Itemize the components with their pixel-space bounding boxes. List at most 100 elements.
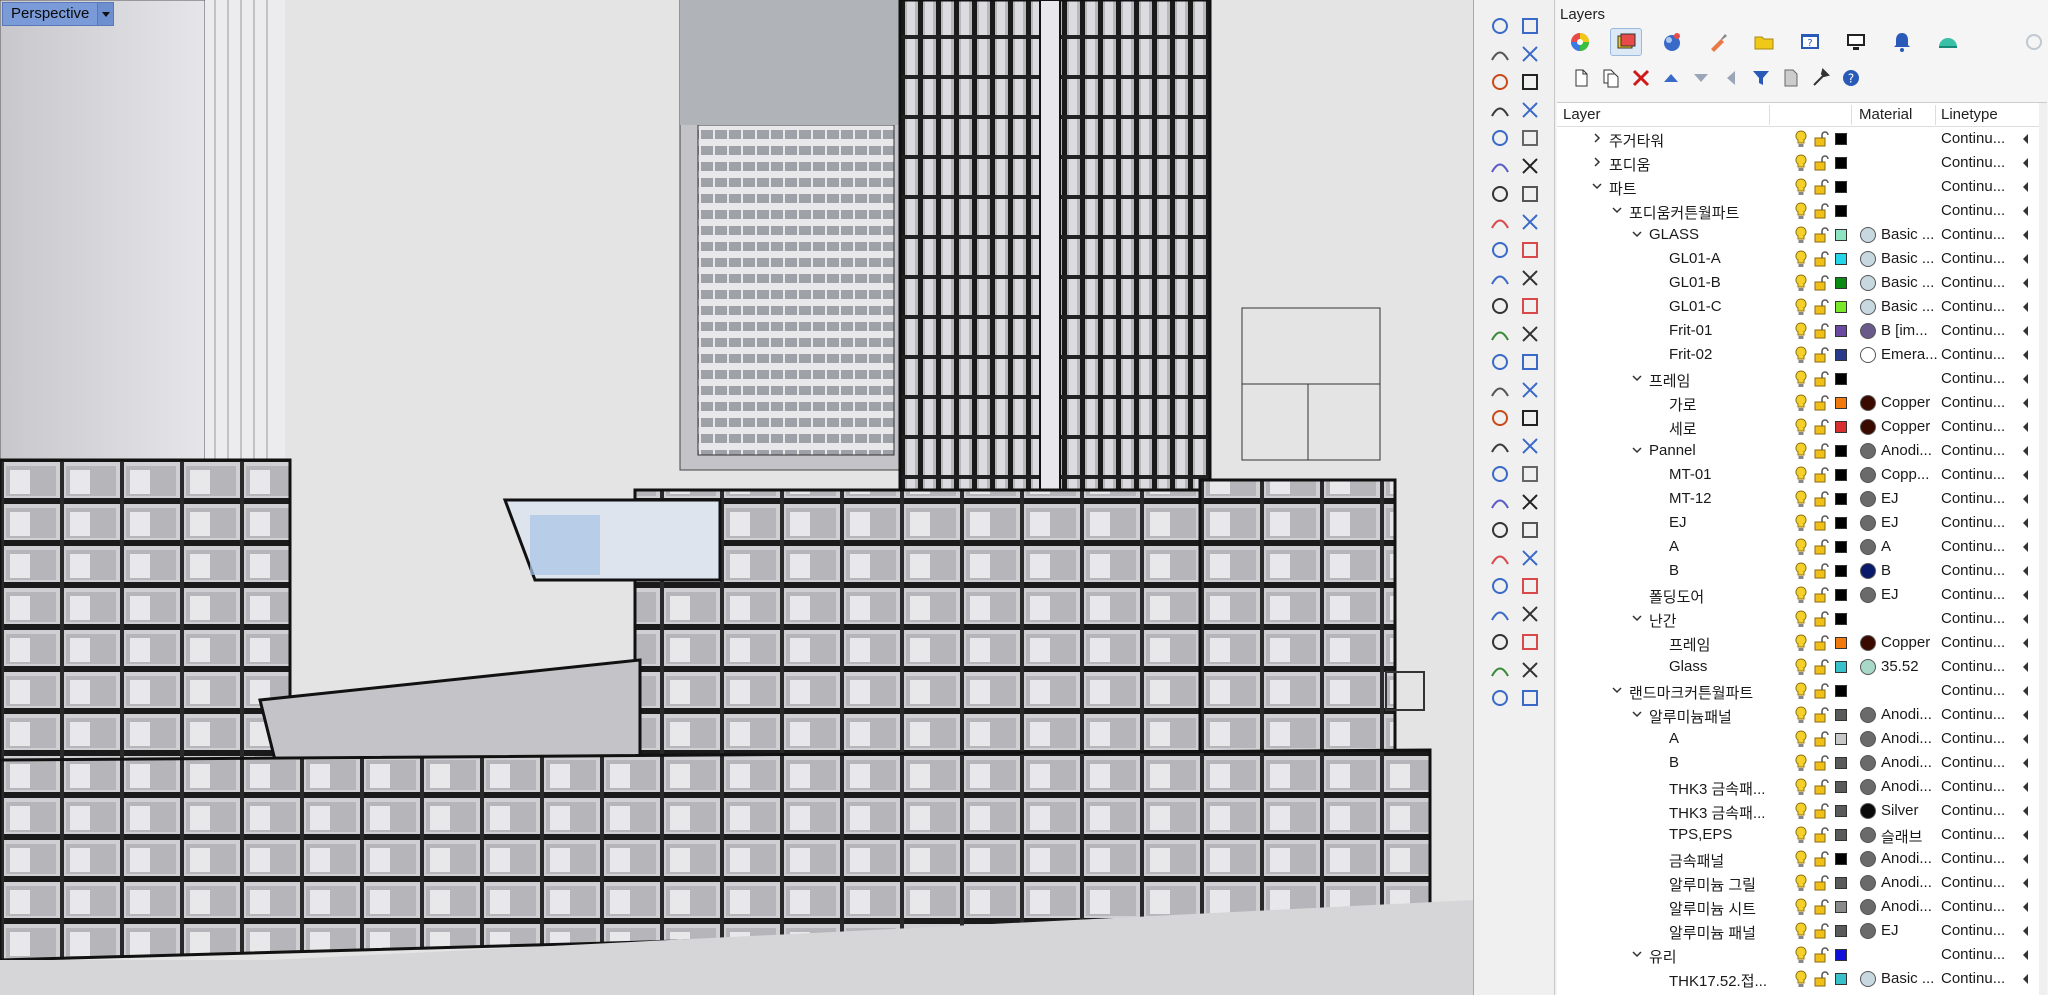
material-swatch[interactable]: [1860, 779, 1876, 795]
unlock-icon[interactable]: [1813, 155, 1829, 171]
chevron-down-icon[interactable]: [1631, 444, 1643, 456]
material-swatch[interactable]: [1860, 443, 1876, 459]
layer-row[interactable]: MT-01 Copp... Continu...: [1557, 463, 2047, 487]
perspective-viewport[interactable]: Perspective: [0, 0, 1474, 995]
layer-color-swatch[interactable]: [1835, 589, 1847, 601]
loft-icon[interactable]: [1517, 490, 1543, 514]
unlock-icon[interactable]: [1813, 587, 1829, 603]
analyze-icon[interactable]: [1517, 294, 1543, 318]
layer-material[interactable]: B [im...: [1881, 322, 1937, 339]
chevron-down-icon[interactable]: [1631, 708, 1643, 720]
lightbulb-icon[interactable]: [1793, 970, 1809, 988]
extrude-icon[interactable]: [1517, 42, 1543, 66]
layer-row[interactable]: 알루미늄패널 Anodi... Continu...: [1557, 703, 2047, 727]
layer-linetype[interactable]: Continu...: [1941, 394, 2021, 411]
layer-color-swatch[interactable]: [1835, 397, 1847, 409]
layer-name[interactable]: Pannel: [1649, 442, 1696, 459]
layer-row[interactable]: Pannel Anodi... Continu...: [1557, 439, 2047, 463]
layer-row[interactable]: 알루미늄 그릴 Anodi... Continu...: [1557, 871, 2047, 895]
unlock-icon[interactable]: [1813, 227, 1829, 243]
unlock-icon[interactable]: [1813, 731, 1829, 747]
lightbulb-icon[interactable]: [1793, 778, 1809, 796]
chevron-down-icon[interactable]: [1611, 684, 1623, 696]
layer-row[interactable]: 알루미늄 패널 EJ Continu...: [1557, 919, 2047, 943]
layer-material[interactable]: EJ: [1881, 922, 1937, 939]
layer-row[interactable]: GL01-B Basic ... Continu...: [1557, 271, 2047, 295]
tools-icon[interactable]: [1810, 66, 1832, 90]
rectangle-icon[interactable]: [1487, 350, 1513, 374]
layer-color-swatch[interactable]: [1835, 133, 1847, 145]
layer-linetype[interactable]: Continu...: [1941, 202, 2021, 219]
array-icon[interactable]: [1517, 14, 1543, 38]
layer-color-swatch[interactable]: [1835, 205, 1847, 217]
material-swatch[interactable]: [1860, 515, 1876, 531]
unlock-icon[interactable]: [1813, 899, 1829, 915]
layer-color-swatch[interactable]: [1835, 541, 1847, 553]
layer-row[interactable]: Glass 35.52 Continu...: [1557, 655, 2047, 679]
layer-material[interactable]: A: [1881, 538, 1937, 555]
layer-linetype[interactable]: Continu...: [1941, 370, 2021, 387]
chevron-down-icon[interactable]: [1631, 372, 1643, 384]
layer-row[interactable]: B B Continu...: [1557, 559, 2047, 583]
hand-icon[interactable]: [1487, 154, 1513, 178]
lightbulb-icon[interactable]: [1793, 226, 1809, 244]
help-icon[interactable]: ?: [1840, 66, 1862, 90]
material-swatch[interactable]: [1860, 275, 1876, 291]
layer-name[interactable]: 알루미늄 패널: [1669, 922, 1756, 943]
layer-color-swatch[interactable]: [1835, 349, 1847, 361]
layer-linetype[interactable]: Continu...: [1941, 538, 2021, 555]
layer-color-swatch[interactable]: [1835, 325, 1847, 337]
layer-linetype[interactable]: Continu...: [1941, 658, 2021, 675]
layer-linetype[interactable]: Continu...: [1941, 442, 2021, 459]
lightbulb-icon[interactable]: [1793, 202, 1809, 220]
layer-name[interactable]: 포디움커튼월파트: [1629, 202, 1739, 223]
layer-name[interactable]: 폴딩도어: [1649, 586, 1704, 607]
layer-name[interactable]: MT-01: [1669, 466, 1712, 483]
layer-name[interactable]: GLASS: [1649, 226, 1699, 243]
layer-row[interactable]: GL01-C Basic ... Continu...: [1557, 295, 2047, 319]
render-icon[interactable]: [1517, 154, 1543, 178]
layer-linetype[interactable]: Continu...: [1941, 322, 2021, 339]
layer-color-swatch[interactable]: [1835, 517, 1847, 529]
edit-icon[interactable]: [1517, 658, 1543, 682]
layer-row[interactable]: GL01-A Basic ... Continu...: [1557, 247, 2047, 271]
layer-linetype[interactable]: Continu...: [1941, 874, 2021, 891]
layer-name[interactable]: GL01-A: [1669, 250, 1721, 267]
layer-linetype[interactable]: Continu...: [1941, 154, 2021, 171]
lightbulb-icon[interactable]: [1793, 754, 1809, 772]
layer-color-swatch[interactable]: [1835, 373, 1847, 385]
layer-linetype[interactable]: Continu...: [1941, 298, 2021, 315]
layer-name[interactable]: Frit-02: [1669, 346, 1712, 363]
layer-row[interactable]: THK17.52.접... Basic ... Continu...: [1557, 967, 2047, 991]
transform-icon[interactable]: [1517, 98, 1543, 122]
layer-material[interactable]: Basic ...: [1881, 298, 1937, 315]
globe-icon[interactable]: [1487, 294, 1513, 318]
layer-color-swatch[interactable]: [1835, 565, 1847, 577]
layer-material[interactable]: Copp...: [1881, 466, 1937, 483]
layer-row[interactable]: 랜드마크커튼월파트 Continu...: [1557, 679, 2047, 703]
layer-color-swatch[interactable]: [1835, 685, 1847, 697]
unlock-icon[interactable]: [1813, 515, 1829, 531]
tab-notifications[interactable]: [1886, 28, 1918, 56]
layer-color-swatch[interactable]: [1835, 973, 1847, 985]
layer-linetype[interactable]: Continu...: [1941, 274, 2021, 291]
lightbulb-icon[interactable]: [1793, 322, 1809, 340]
paint-icon[interactable]: [1487, 546, 1513, 570]
lightbulb-icon[interactable]: [1793, 922, 1809, 940]
pin-icon[interactable]: [2026, 34, 2042, 50]
material-swatch[interactable]: [1860, 899, 1876, 915]
layer-name[interactable]: TPS,EPS: [1669, 826, 1732, 843]
lightbulb-icon[interactable]: [1793, 898, 1809, 916]
lightbulb-icon[interactable]: [1793, 802, 1809, 820]
folder-icon[interactable]: [1487, 574, 1513, 598]
layer-color-swatch[interactable]: [1835, 301, 1847, 313]
layer-linetype[interactable]: Continu...: [1941, 178, 2021, 195]
layer-material[interactable]: 35.52: [1881, 658, 1937, 675]
viewport-title-tab[interactable]: Perspective: [2, 2, 115, 26]
layer-row[interactable]: THK3 금속패... Anodi... Continu...: [1557, 775, 2047, 799]
layer-linetype[interactable]: Continu...: [1941, 898, 2021, 915]
material-swatch[interactable]: [1860, 803, 1876, 819]
layer-color-swatch[interactable]: [1835, 637, 1847, 649]
layer-row[interactable]: 포디움커튼월파트 Continu...: [1557, 199, 2047, 223]
layer-name[interactable]: 금속패널: [1669, 850, 1724, 871]
